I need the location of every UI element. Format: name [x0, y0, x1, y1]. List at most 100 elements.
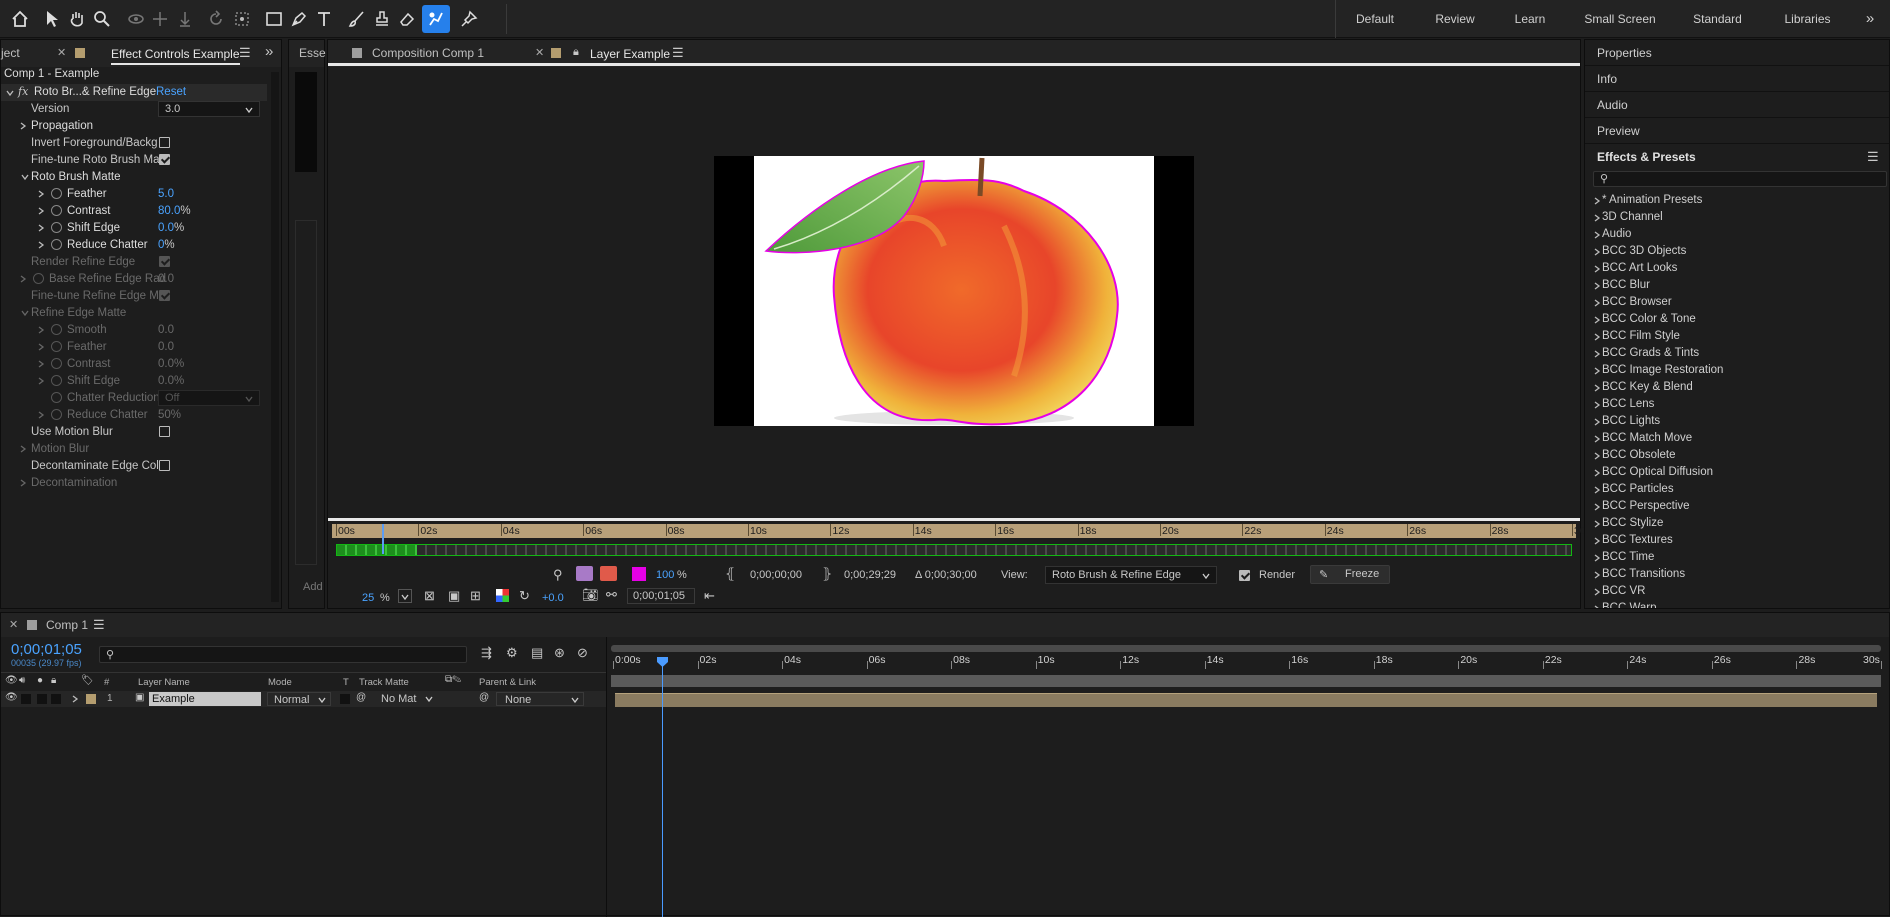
clone-stamp-icon[interactable] — [368, 5, 396, 33]
layer-duration-bar[interactable] — [615, 693, 1877, 707]
panel-menu-icon[interactable]: ☰ — [672, 45, 684, 61]
stopwatch-icon[interactable] — [51, 341, 62, 352]
frame-blending-icon[interactable]: ⊛ — [554, 645, 565, 661]
refine-matte-group[interactable]: Refine Edge Matte — [31, 305, 126, 322]
fit-icon[interactable]: ⊠ — [424, 588, 435, 604]
add-label[interactable]: Add — [303, 581, 323, 593]
chevron-right-icon[interactable] — [19, 122, 27, 130]
overlay-opacity[interactable]: 100 — [656, 569, 674, 581]
playhead-line[interactable] — [662, 657, 663, 917]
set-out-point-icon[interactable]: ⦄ — [822, 565, 832, 582]
chevron-right-icon[interactable] — [1593, 605, 1601, 609]
effects-category[interactable]: * Animation Presets — [1585, 192, 1889, 209]
channel-icon[interactable] — [496, 589, 509, 602]
stopwatch-icon[interactable] — [51, 188, 62, 199]
overlay-color-swatch[interactable] — [632, 567, 646, 581]
chevron-right-icon[interactable] — [1593, 350, 1601, 358]
matte-pickwhip-icon[interactable]: @ — [356, 692, 366, 703]
layer-row[interactable]: 👁︎ 1 ▣ Example Normal @ No Mat @ None — [1, 691, 606, 707]
effects-category[interactable]: Audio — [1585, 226, 1889, 243]
effects-category[interactable]: BCC Obsolete — [1585, 447, 1889, 464]
reset-button[interactable]: Reset — [156, 84, 186, 101]
set-in-point-icon[interactable]: ⦃ — [725, 565, 735, 582]
propagation-group[interactable]: Propagation — [31, 118, 93, 135]
stopwatch-icon[interactable] — [51, 392, 62, 403]
pan-camera-icon[interactable] — [146, 5, 174, 33]
chevron-right-icon[interactable] — [37, 343, 45, 351]
lock-icon[interactable]: 🔒︎ — [573, 46, 579, 59]
chevron-right-icon[interactable] — [19, 275, 27, 283]
r-shift-value[interactable]: 0.0% — [158, 373, 184, 390]
roto-matte-group[interactable]: Roto Brush Matte — [31, 169, 120, 186]
effects-category[interactable]: BCC Browser — [1585, 294, 1889, 311]
chevron-right-icon[interactable] — [1593, 367, 1601, 375]
preserve-transparency-toggle[interactable] — [340, 694, 350, 704]
feather-value[interactable]: 5.0 — [158, 186, 174, 203]
render-checkbox[interactable] — [1239, 570, 1250, 581]
workspace-small-screen[interactable]: Small Screen — [1575, 0, 1665, 38]
render-refine-checkbox[interactable] — [159, 256, 170, 267]
chevron-right-icon[interactable] — [1593, 571, 1601, 579]
stopwatch-icon[interactable] — [51, 239, 62, 250]
parent-dropdown[interactable]: None — [496, 692, 584, 706]
chevron-right-icon[interactable] — [1593, 299, 1601, 307]
effects-category[interactable]: BCC Textures — [1585, 532, 1889, 549]
layer-label-color[interactable] — [86, 694, 96, 704]
tab-layer[interactable]: Layer Example — [590, 43, 671, 65]
effects-category[interactable]: BCC Grads & Tints — [1585, 345, 1889, 362]
parent-pickwhip-icon[interactable]: @ — [479, 692, 489, 703]
chevron-right-icon[interactable] — [37, 207, 45, 215]
stopwatch-icon[interactable] — [51, 324, 62, 335]
chevron-right-icon[interactable] — [1593, 520, 1601, 528]
chevron-right-icon[interactable] — [1593, 469, 1601, 477]
exposure-value[interactable]: +0.0 — [542, 592, 564, 604]
expand-panel-icon[interactable]: » — [265, 43, 273, 60]
close-icon[interactable]: ✕ — [535, 46, 544, 59]
work-area-bar[interactable] — [611, 645, 1881, 652]
effects-category[interactable]: 3D Channel — [1585, 209, 1889, 226]
panel-menu-icon[interactable]: ☰ — [239, 45, 251, 61]
workspace-overflow-icon[interactable]: » — [1860, 0, 1880, 38]
zoom-tool-icon[interactable] — [88, 5, 116, 33]
chevron-right-icon[interactable] — [1593, 282, 1601, 290]
motion-blur-icon[interactable]: ⊘ — [577, 645, 588, 661]
workspace-default[interactable]: Default — [1345, 0, 1405, 38]
effects-category[interactable]: BCC Lens — [1585, 396, 1889, 413]
shy-layers-icon[interactable]: ▤ — [531, 645, 543, 661]
comp-mini-flowchart-icon[interactable]: ⇶ — [481, 645, 492, 661]
finetune-refine-checkbox[interactable] — [159, 290, 170, 301]
hand-tool-icon[interactable] — [63, 5, 91, 33]
workspace-libraries[interactable]: Libraries — [1775, 0, 1840, 38]
eraser-tool-icon[interactable] — [393, 5, 421, 33]
snap-icon[interactable]: ⚲ — [553, 567, 563, 583]
roto-brush-icon[interactable] — [422, 5, 450, 33]
home-icon[interactable] — [6, 5, 34, 33]
chevron-right-icon[interactable] — [1593, 503, 1601, 511]
timeline-ruler[interactable]: 0:00s 02s 04s 06s 08s 10s 12s 14s 16s 18s 20s 22s 24… — [609, 653, 1885, 669]
rotation-tool-icon[interactable] — [202, 5, 230, 33]
col-layer-name[interactable]: Layer Name — [138, 677, 190, 688]
preview-panel[interactable]: Preview — [1585, 118, 1889, 144]
track-matte-dropdown[interactable]: No Mat — [371, 692, 437, 706]
workspace-standard[interactable]: Standard — [1685, 0, 1750, 38]
effects-category[interactable]: BCC Color & Tone — [1585, 311, 1889, 328]
workspace-learn[interactable]: Learn — [1500, 0, 1560, 38]
timecode[interactable]: 0;00;01;05 — [11, 641, 82, 658]
tab-essentials[interactable]: Esse — [299, 40, 326, 67]
snapshot-icon[interactable]: 📷︎ — [582, 587, 599, 603]
decontam-edge-checkbox[interactable] — [159, 460, 170, 471]
contrast-value[interactable]: 80.0 — [158, 205, 180, 217]
rectangle-tool-icon[interactable] — [260, 5, 288, 33]
effects-category[interactable]: BCC Art Looks — [1585, 260, 1889, 277]
motion-blur-group[interactable]: Motion Blur — [31, 441, 89, 458]
chevron-right-icon[interactable] — [37, 224, 45, 232]
chevron-right-icon[interactable] — [19, 445, 27, 453]
stopwatch-icon[interactable] — [33, 273, 44, 284]
tab-comp1[interactable]: Comp 1 — [46, 613, 88, 637]
view-dropdown[interactable]: Roto Brush & Refine Edge — [1045, 566, 1217, 584]
chevron-right-icon[interactable] — [1593, 486, 1601, 494]
effects-search-input[interactable]: ⚲ — [1593, 171, 1887, 187]
toggle-background-icon[interactable] — [600, 566, 617, 581]
finetune-roto-checkbox[interactable] — [159, 154, 170, 165]
chevron-right-icon[interactable] — [1593, 248, 1601, 256]
